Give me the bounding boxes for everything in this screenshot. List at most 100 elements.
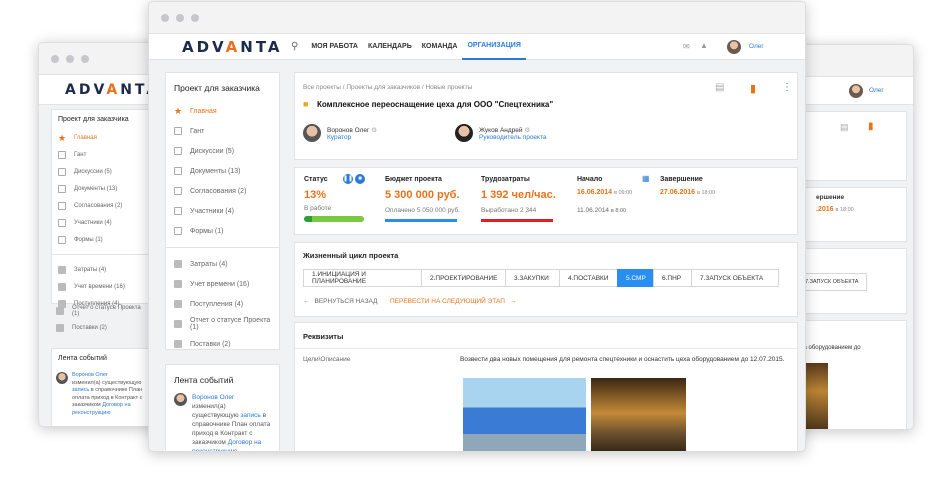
- curator: Воронов Олег ⚙ Куратор: [303, 124, 377, 142]
- sidebar: Проект для заказчика ★ Главная Гант Диску…: [51, 109, 151, 308]
- nav-team[interactable]: КОМАНДА: [417, 34, 463, 60]
- budget-label: Бюджет проекта: [385, 176, 442, 183]
- star-icon: ★: [58, 132, 67, 143]
- field-value: Возвести два новых помещения для ремонта…: [460, 356, 785, 363]
- lifecycle-step-6[interactable]: 6.ПНР: [653, 269, 691, 287]
- back-button[interactable]: ← ВЕРНУТЬСЯ НАЗАД: [303, 298, 377, 305]
- sidebar-item-members[interactable]: Участники (4): [166, 201, 279, 221]
- user-name[interactable]: Олег: [749, 43, 764, 50]
- sidebar: Проект для заказчика ★ Главная Гант Диску…: [165, 72, 280, 350]
- arrow-left-icon: ←: [303, 298, 310, 305]
- sidebar-item-gantt[interactable]: Гант: [166, 121, 279, 141]
- sidebar-item-deliveries[interactable]: Поставки (2): [50, 319, 148, 336]
- bookmark-icon[interactable]: ▮: [750, 82, 756, 95]
- lifecycle-step-2[interactable]: 2.ПРОЕКТИРОВАНИЕ: [421, 269, 505, 287]
- end-label: Завершение: [660, 176, 703, 183]
- requisites-panel: цеха оборудованием до: [791, 320, 907, 429]
- calendar-icon[interactable]: ▦: [642, 174, 650, 183]
- sidebar-item-approvals[interactable]: Согласования (2): [52, 197, 150, 214]
- mail-icon[interactable]: ✉: [683, 42, 690, 51]
- start-label: Начало: [577, 176, 603, 183]
- requisites-panel: Реквизиты Цели\Описание Возвести два нов…: [294, 322, 799, 451]
- sidebar-item-income[interactable]: Поступления (4): [166, 294, 279, 314]
- status-progress-bar: [304, 216, 364, 222]
- chat-icon: [58, 167, 66, 176]
- requisites-title: Реквизиты: [303, 332, 344, 341]
- left-window-extra-items: Отчет о статусе Проекта (1) Поставки (2): [50, 300, 148, 360]
- pause-icon[interactable]: ❚❚: [343, 174, 353, 184]
- labor-bar: [481, 219, 553, 222]
- sidebar-item-status-report[interactable]: Отчет о статусе Проекта (1): [166, 314, 279, 334]
- sidebar-item-approvals[interactable]: Согласования (2): [166, 181, 279, 201]
- background-window-right: Олег ▤ ▮ ершение .2016 в 18:00 7.ЗАПУСК …: [790, 44, 914, 430]
- lifecycle-step-5[interactable]: 5.СМР: [617, 269, 653, 287]
- sidebar-item-home[interactable]: ★ Главная: [166, 101, 279, 121]
- sidebar-item-members[interactable]: Участники (4): [52, 214, 150, 231]
- sidebar-item-deliveries[interactable]: Поставки (2): [166, 334, 279, 354]
- header-panel: ▤ ▮: [791, 111, 907, 181]
- sidebar-item-timesheet[interactable]: Учет времени (16): [166, 274, 279, 294]
- sidebar-item-forms[interactable]: Формы (1): [166, 221, 279, 241]
- sidebar-item-discussions[interactable]: Дискуссии (5): [52, 163, 150, 180]
- left-feed-entry: Воронов Олег изменил(а) существующую зап…: [56, 372, 148, 427]
- project-header: Все проекты / Проекты для заказчиков / Н…: [294, 72, 798, 160]
- nav-my-work[interactable]: МОЯ РАБОТА: [306, 34, 363, 60]
- feed-author[interactable]: Воронов Олег: [72, 372, 108, 378]
- next-stage-button[interactable]: ПЕРЕВЕСТИ НА СЛЕДУЮЩИЙ ЭТАП →: [390, 298, 516, 305]
- building-photo[interactable]: [463, 378, 586, 451]
- window-chrome: [791, 45, 913, 77]
- feed-author[interactable]: Воронов Олег: [192, 394, 234, 401]
- feed-link-record[interactable]: запись: [72, 387, 89, 393]
- sidebar-item-status-report[interactable]: Отчет о статусе Проекта (1): [50, 302, 148, 319]
- stop-icon[interactable]: ■: [355, 174, 365, 184]
- gear-icon[interactable]: ⚙: [371, 127, 377, 134]
- lifecycle-step-7[interactable]: 7.ЗАПУСК ОБЪЕКТА: [796, 273, 868, 291]
- curator-name[interactable]: Воронов Олег ⚙: [327, 126, 377, 134]
- like-icon[interactable]: ▲: [700, 41, 708, 50]
- event-feed: Лента событий Воронов Олег изменил(а) су…: [165, 364, 280, 451]
- sidebar-item-documents[interactable]: Документы (13): [166, 161, 279, 181]
- table-icon: [56, 323, 64, 332]
- gear-icon[interactable]: ⚙: [524, 127, 530, 134]
- feed-link-record[interactable]: запись: [240, 412, 260, 419]
- sidebar-item-home[interactable]: ★ Главная: [52, 129, 150, 146]
- sidebar-item-discussions[interactable]: Дискуссии (5): [166, 141, 279, 161]
- manager-name[interactable]: Жуков Андрей ⚙: [479, 126, 546, 134]
- project-title: Комплексное переоснащение цеха для ООО "…: [317, 100, 554, 109]
- gantt-icon: [174, 127, 182, 135]
- top-bar: ADVANTA ⚲ МОЯ РАБОТА КАЛЕНДАРЬ КОМАНДА О…: [149, 34, 805, 60]
- search-icon[interactable]: ⚲: [291, 41, 298, 52]
- feed-text: изменил(а) существующую: [72, 379, 142, 386]
- document-icon: [174, 167, 182, 175]
- status-text: В работе: [304, 205, 332, 212]
- sidebar-item-gantt[interactable]: Гант: [52, 146, 150, 163]
- folder-icon: ■: [303, 99, 309, 109]
- gantt-icon: [58, 150, 66, 159]
- lifecycle-step-7[interactable]: 7.ЗАПУСК ОБЪЕКТА: [691, 269, 779, 287]
- main-window: ADVANTA ⚲ МОЯ РАБОТА КАЛЕНДАРЬ КОМАНДА О…: [148, 1, 806, 452]
- author-avatar: [174, 393, 187, 406]
- sidebar-item-timesheet[interactable]: Учет времени (16): [52, 278, 150, 295]
- user-name: Олег: [869, 87, 884, 94]
- table-icon: [174, 260, 182, 268]
- end-value: 27.06.2016 в 18:00: [660, 189, 716, 196]
- sidebar-item-forms[interactable]: Формы (1): [52, 231, 150, 248]
- main-nav: МОЯ РАБОТА КАЛЕНДАРЬ КОМАНДА ОРГАНИЗАЦИЯ: [306, 34, 526, 60]
- lifecycle-step-4[interactable]: 4.ПОСТАВКИ: [559, 269, 617, 287]
- sidebar-item-costs[interactable]: Затраты (4): [52, 261, 150, 278]
- sidebar-item-costs[interactable]: Затраты (4): [166, 254, 279, 274]
- sidebar-item-documents[interactable]: Документы (13): [52, 180, 150, 197]
- curator-role: Куратор: [327, 133, 352, 141]
- document-icon[interactable]: ▤: [715, 82, 724, 93]
- lifecycle-step-1[interactable]: 1.ИНИЦИАЦИЯ И ПЛАНИРОВАНИЕ: [303, 269, 421, 287]
- breadcrumb[interactable]: Все проекты / Проекты для заказчиков / Н…: [303, 84, 472, 91]
- nav-organization[interactable]: ОРГАНИЗАЦИЯ: [462, 34, 526, 60]
- table-icon: [174, 300, 182, 308]
- user-avatar[interactable]: [727, 40, 741, 54]
- workshop-photo[interactable]: [591, 378, 686, 451]
- more-icon[interactable]: ⋮: [782, 82, 792, 93]
- labor-value: 1 392 чел/час.: [481, 189, 556, 201]
- arrow-right-icon: →: [509, 298, 517, 305]
- nav-calendar[interactable]: КАЛЕНДАРЬ: [363, 34, 417, 60]
- lifecycle-step-3[interactable]: 3.ЗАКУПКИ: [505, 269, 559, 287]
